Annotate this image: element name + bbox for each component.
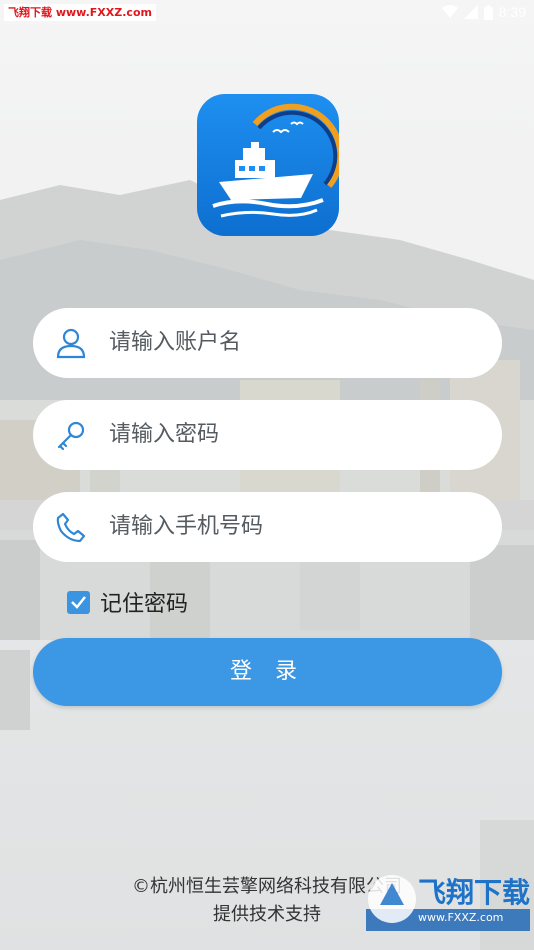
battery-icon	[483, 4, 493, 20]
password-placeholder: 请输入密码	[109, 422, 220, 447]
wifi-icon	[441, 5, 458, 18]
login-screen: 飞翔下载 www.FXXZ.com 8:39 请输入账户名 请输入密码 请输入手…	[0, 0, 534, 950]
account-placeholder: 请输入账户名	[109, 330, 242, 355]
phone-field[interactable]: 请输入手机号码	[33, 492, 502, 562]
remember-checkbox[interactable]	[67, 590, 90, 614]
watermark-badge-url: www.FXXZ.com	[418, 911, 504, 924]
account-field[interactable]: 请输入账户名	[33, 308, 502, 378]
remember-password[interactable]: 记住密码	[67, 589, 189, 617]
key-icon	[57, 421, 85, 451]
watermark-label: 飞翔下载 www.FXXZ.com	[4, 4, 156, 21]
watermark-badge: 飞翔下载 www.FXXZ.com	[366, 861, 530, 943]
ship-logo-icon	[197, 94, 339, 236]
check-icon	[71, 596, 86, 609]
signal-icon	[463, 5, 478, 19]
phone-placeholder: 请输入手机号码	[109, 514, 264, 539]
status-time: 8:39	[498, 4, 526, 20]
password-field[interactable]: 请输入密码	[33, 400, 502, 470]
login-button[interactable]: 登 录	[33, 638, 502, 706]
remember-label: 记住密码	[100, 592, 189, 617]
phone-icon	[56, 512, 86, 543]
status-icons: 8:39	[441, 3, 526, 21]
watermark-badge-title: 飞翔下载	[418, 876, 531, 909]
user-icon	[56, 328, 86, 359]
